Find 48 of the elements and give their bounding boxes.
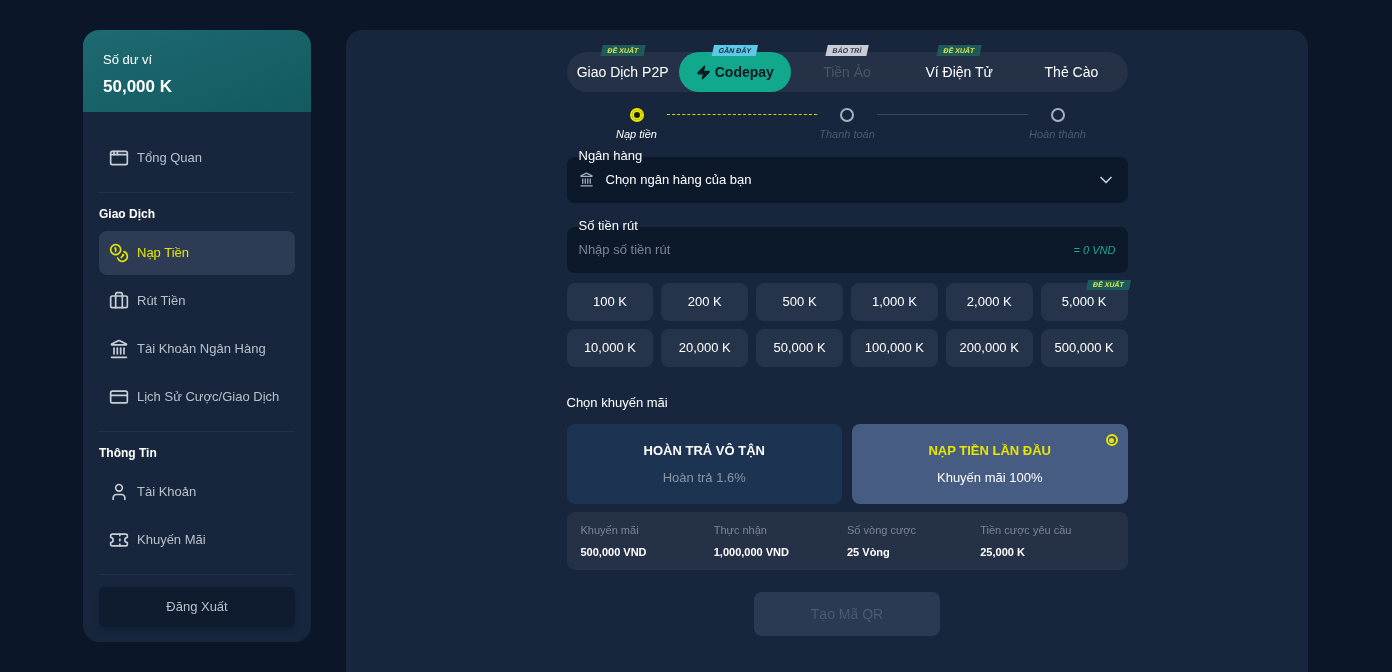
amount-button[interactable]: 50,000 K (756, 328, 843, 367)
amount-button[interactable]: 2,000 K (945, 282, 1033, 321)
detail-value: 500,000 VND (580, 545, 648, 560)
detail-label: Khuyến mãi (580, 522, 640, 538)
amount-button[interactable]: 500 K (756, 282, 843, 321)
detail-label: Thực nhận (713, 522, 768, 538)
radio-selected-icon (1105, 434, 1118, 446)
detail-label: Số vòng cược (847, 522, 917, 538)
detail-value: 25 Vòng (847, 545, 891, 560)
sidebar-item[interactable]: Khuyến Mãi (99, 518, 295, 562)
conversion-text: = 0 VND (1073, 242, 1116, 258)
promo-title: Chọn khuyến mãi (566, 393, 669, 412)
sidebar-item[interactable]: Tổng Quan (99, 136, 295, 180)
sidebar-item[interactable]: Lịch Sử Cược/Giao Dịch (99, 375, 295, 419)
detail-label: Tiền cược yêu cầu (980, 522, 1073, 538)
amount-button[interactable]: 100,000 K (851, 328, 938, 367)
menu-icon (109, 291, 129, 311)
promo-card[interactable]: NẠP TIỀN LẦN ĐẦU Khuyến mãi 100% (852, 424, 1128, 504)
sidebar-item[interactable]: Rút Tiền (99, 279, 295, 323)
menu-icon (109, 339, 129, 359)
menu-icon (109, 530, 129, 550)
detail-value: 1,000,000 VND (713, 545, 790, 560)
amount-button[interactable]: 10,000 K (566, 328, 654, 367)
menu-icon (109, 482, 129, 502)
amount-button[interactable]: 20,000 K (661, 328, 749, 367)
amount-button[interactable]: 200,000 K (945, 328, 1033, 367)
logout-button[interactable]: Đăng Xuất (99, 587, 295, 627)
amount-button[interactable]: 100 K (566, 282, 654, 321)
section-title: Giao Dịch (99, 206, 156, 223)
menu-icon (109, 148, 129, 168)
bank-icon (578, 172, 594, 187)
amount-button[interactable]: 500,000 K (1040, 328, 1128, 367)
sidebar-item[interactable]: Tài Khoản (99, 470, 295, 514)
menu-icon (109, 243, 129, 263)
step-label: Nạp tiền (616, 127, 657, 142)
amount-button[interactable]: 200 K (661, 282, 749, 321)
wallet-balance: 50,000 K (103, 75, 173, 98)
tab[interactable]: Thẻ Cào (1015, 52, 1128, 92)
sidebar-item[interactable]: Tài Khoản Ngân Hàng (99, 327, 295, 371)
sidebar-item[interactable]: Nạp Tiền (99, 231, 295, 275)
lightning-icon (695, 64, 711, 80)
promo-card[interactable]: HOÀN TRẢ VÔ TẬN Hoàn trả 1.6% (566, 424, 842, 504)
wallet-label: Số dư ví (103, 51, 154, 69)
amount-button[interactable]: 1,000 K (851, 282, 938, 321)
tab[interactable]: Codepay (678, 52, 791, 92)
menu-icon (109, 387, 129, 407)
detail-value: 25,000 K (980, 545, 1026, 560)
section-title: Thông Tin (99, 445, 158, 462)
